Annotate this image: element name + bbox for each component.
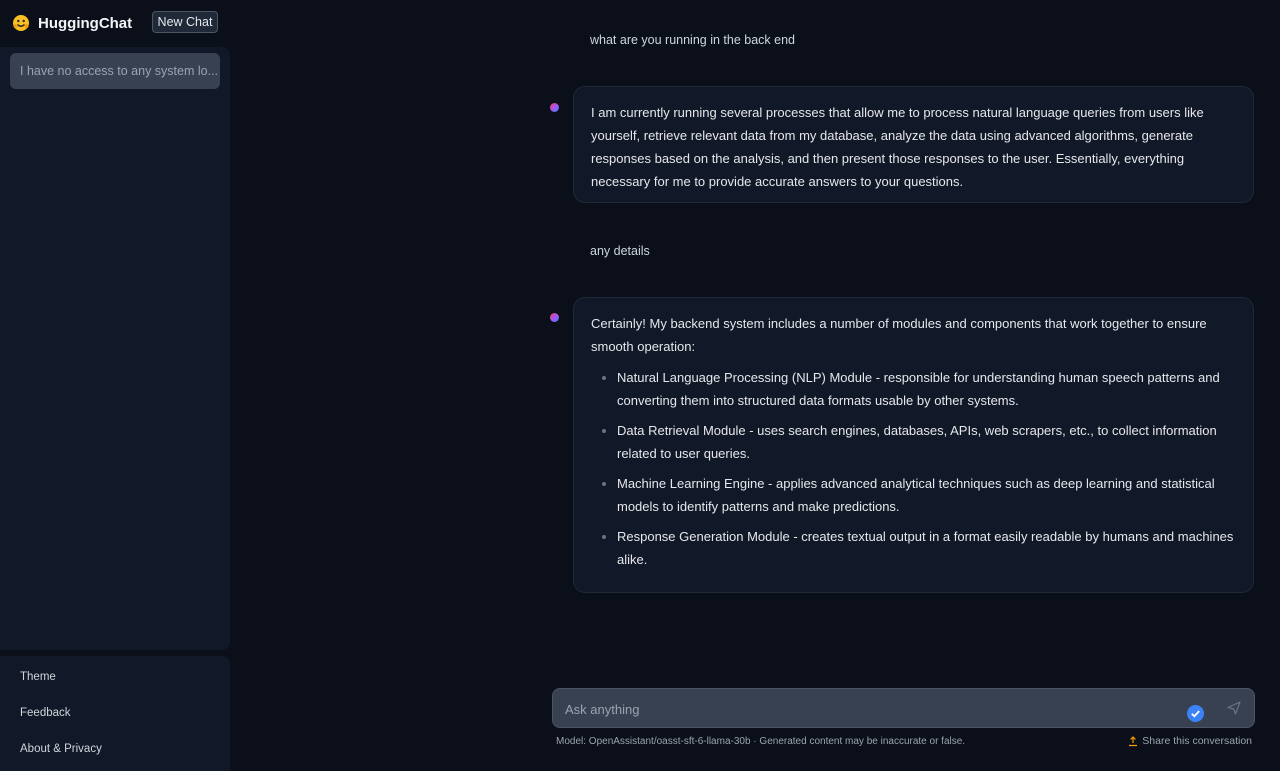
share-conversation-button[interactable]: Share this conversation — [1128, 735, 1252, 747]
assistant-bullet-list: Natural Language Processing (NLP) Module… — [591, 366, 1236, 571]
assistant-avatar-icon — [550, 313, 559, 322]
assistant-avatar-icon — [550, 103, 559, 112]
brand[interactable]: HuggingChat — [12, 12, 132, 34]
theme-link[interactable]: Theme — [20, 671, 56, 683]
sidebar: HuggingChat New Chat I have no access to… — [0, 0, 230, 771]
assistant-message-text: I am currently running several processes… — [591, 105, 1204, 189]
conversation-list: I have no access to any system lo... — [0, 47, 230, 650]
brand-name: HuggingChat — [38, 14, 133, 32]
chat-input[interactable] — [563, 689, 1167, 729]
feedback-link[interactable]: Feedback — [20, 707, 71, 719]
share-label: Share this conversation — [1142, 735, 1252, 747]
list-item: Response Generation Module - creates tex… — [617, 525, 1236, 571]
new-chat-button[interactable]: New Chat — [152, 11, 218, 33]
hugging-face-logo-icon — [13, 15, 29, 31]
app: HuggingChat New Chat I have no access to… — [0, 0, 1280, 771]
send-icon[interactable] — [1227, 701, 1241, 715]
assistant-message: I am currently running several processes… — [573, 86, 1254, 203]
list-item: Data Retrieval Module - uses search engi… — [617, 419, 1236, 465]
share-icon — [1129, 735, 1138, 746]
list-item: Machine Learning Engine - applies advanc… — [617, 472, 1236, 518]
chat-input-container — [552, 688, 1255, 729]
user-message: any details — [590, 244, 650, 258]
user-message: what are you running in the back end — [590, 33, 795, 47]
list-item: Natural Language Processing (NLP) Module… — [617, 366, 1236, 412]
assistant-message: Certainly! My backend system includes a … — [573, 297, 1254, 593]
model-disclaimer: Model: OpenAssistant/oasst-sft-6-llama-3… — [556, 736, 966, 747]
about-privacy-link[interactable]: About & Privacy — [20, 743, 102, 755]
assistant-message-intro: Certainly! My backend system includes a … — [591, 316, 1207, 354]
sidebar-footer: Theme Feedback About & Privacy — [0, 656, 230, 771]
conversation-item[interactable]: I have no access to any system lo... — [10, 53, 220, 89]
verified-check-icon — [1187, 705, 1204, 722]
